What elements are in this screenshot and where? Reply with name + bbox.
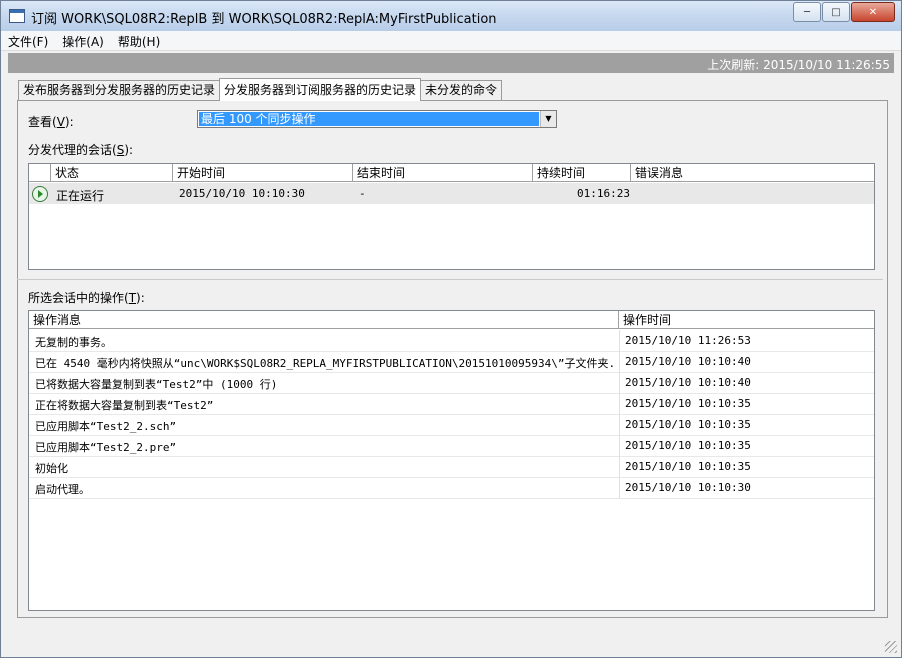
table-row[interactable]: 启动代理。 2015/10/10 10:10:30 (29, 477, 874, 498)
action-message: 正在将数据大容量复制到表“Test2” (35, 399, 214, 412)
resize-grip-icon[interactable] (885, 641, 897, 653)
table-row[interactable]: 已应用脚本“Test2_2.pre” 2015/10/10 10:10:35 (29, 435, 874, 456)
splitter[interactable] (17, 279, 883, 280)
sessions-col-icon (29, 164, 51, 182)
table-row[interactable]: 无复制的事务。 2015/10/10 11:26:53 (29, 330, 874, 351)
last-refresh-text: 上次刷新: 2015/10/10 11:26:55 (707, 58, 890, 72)
action-message: 无复制的事务。 (35, 336, 112, 349)
action-message: 启动代理。 (35, 483, 90, 496)
view-dropdown-value: 最后 100 个同步操作 (199, 112, 539, 126)
table-row[interactable]: 已将数据大容量复制到表“Test2”中 (1000 行) 2015/10/10 … (29, 372, 874, 393)
running-play-icon (32, 186, 48, 202)
tab-distributor-to-subscriber[interactable]: 分发服务器到订阅服务器的历史记录 (219, 78, 422, 101)
menu-help[interactable]: 帮助(H) (111, 31, 167, 50)
menu-file[interactable]: 文件(F) (1, 31, 55, 50)
table-row[interactable]: 已在 4540 毫秒内将快照从“unc\WORK$SQL08R2_REPLA_M… (29, 351, 874, 372)
action-time: 2015/10/10 11:26:53 (625, 334, 751, 347)
minimize-button[interactable]: ─ (793, 2, 821, 22)
session-status: 正在运行 (56, 189, 105, 203)
action-message: 已应用脚本“Test2_2.sch” (35, 420, 177, 433)
sessions-col-end[interactable]: 结束时间 (353, 164, 533, 182)
session-end-time: - (359, 187, 366, 200)
actions-col-time[interactable]: 操作时间 (619, 311, 874, 329)
action-time: 2015/10/10 10:10:35 (625, 439, 751, 452)
actions-label: 所选会话中的操作(T): (28, 291, 145, 305)
menu-action[interactable]: 操作(A) (55, 31, 111, 50)
refresh-status-bar: 上次刷新: 2015/10/10 11:26:55 (8, 53, 894, 73)
table-row[interactable]: 已应用脚本“Test2_2.sch” 2015/10/10 10:10:35 (29, 414, 874, 435)
chevron-down-icon[interactable]: ▼ (540, 111, 556, 127)
table-row[interactable]: 初始化 2015/10/10 10:10:35 (29, 456, 874, 477)
table-row[interactable]: 正在运行 2015/10/10 10:10:30 - 01:16:23 (29, 183, 874, 204)
table-row[interactable]: 正在将数据大容量复制到表“Test2” 2015/10/10 10:10:35 (29, 393, 874, 414)
close-button[interactable]: ✕ (851, 2, 895, 22)
sessions-col-start[interactable]: 开始时间 (173, 164, 353, 182)
session-duration: 01:16:23 (577, 187, 630, 200)
tab-undistributed-commands[interactable]: 未分发的命令 (420, 80, 503, 100)
action-message: 已在 4540 毫秒内将快照从“unc\WORK$SQL08R2_REPLA_M… (35, 357, 613, 370)
sessions-col-status[interactable]: 状态 (51, 164, 173, 182)
sessions-label: 分发代理的会话(S): (28, 143, 134, 157)
actions-col-message[interactable]: 操作消息 (29, 311, 619, 329)
action-time: 2015/10/10 10:10:40 (625, 355, 751, 368)
window-title: 订阅 WORK\SQL08R2:ReplB 到 WORK\SQL08R2:Rep… (31, 12, 497, 27)
title-bar[interactable]: 订阅 WORK\SQL08R2:ReplB 到 WORK\SQL08R2:Rep… (1, 1, 901, 31)
maximize-button[interactable]: □ (822, 2, 850, 22)
session-start-time: 2015/10/10 10:10:30 (179, 187, 305, 200)
action-message: 初始化 (35, 462, 68, 475)
app-icon (9, 9, 25, 23)
action-message: 已应用脚本“Test2_2.pre” (35, 441, 177, 454)
sessions-col-duration[interactable]: 持续时间 (533, 164, 631, 182)
action-time: 2015/10/10 10:10:30 (625, 481, 751, 494)
history-tabs: 发布服务器到分发服务器的历史记录 分发服务器到订阅服务器的历史记录 未分发的命令 (18, 78, 503, 101)
view-label: 查看(V): (28, 115, 74, 129)
menu-bar: 文件(F) 操作(A) 帮助(H) (1, 31, 901, 51)
action-message: 已将数据大容量复制到表“Test2”中 (1000 行) (35, 378, 278, 391)
action-time: 2015/10/10 10:10:35 (625, 418, 751, 431)
action-time: 2015/10/10 10:10:35 (625, 460, 751, 473)
actions-grid: 操作消息 操作时间 无复制的事务。 2015/10/10 11:26:53 已在… (28, 310, 875, 611)
action-time: 2015/10/10 10:10:35 (625, 397, 751, 410)
replication-monitor-window: 订阅 WORK\SQL08R2:ReplB 到 WORK\SQL08R2:Rep… (0, 0, 902, 658)
sessions-col-error[interactable]: 错误消息 (631, 164, 874, 182)
view-dropdown[interactable]: 最后 100 个同步操作 ▼ (197, 110, 557, 128)
tab-publisher-to-distributor[interactable]: 发布服务器到分发服务器的历史记录 (18, 80, 221, 100)
action-time: 2015/10/10 10:10:40 (625, 376, 751, 389)
sessions-grid: 状态 开始时间 结束时间 持续时间 错误消息 正在运行 2015/10/10 1… (28, 163, 875, 270)
